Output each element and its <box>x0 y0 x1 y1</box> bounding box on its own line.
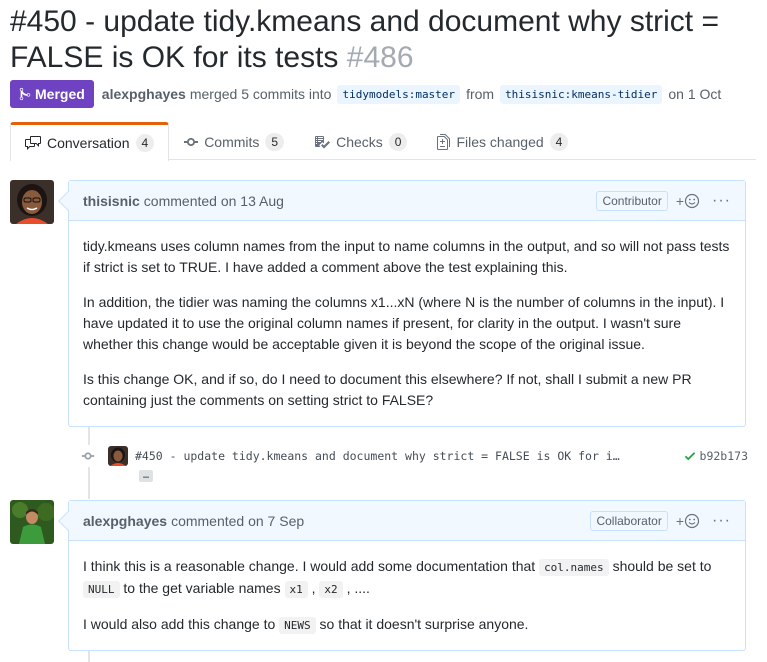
inline-code: NEWS <box>279 617 316 634</box>
checklist-icon <box>315 135 331 148</box>
comment-caret <box>58 191 78 211</box>
comment-timestamp[interactable]: commented on 13 Aug <box>144 193 284 209</box>
comment-body: tidy.kmeans uses column names from the i… <box>69 221 745 431</box>
comment-alexpghayes: alexpghayes commented on 7 Sep Collabora… <box>58 500 746 651</box>
merged-label: Merged <box>35 86 85 102</box>
comment-author-link[interactable]: thisisnic <box>83 193 140 209</box>
tab-checks-label: Checks <box>336 133 383 150</box>
comment-paragraph: In addition, the tidier was naming the c… <box>83 294 725 352</box>
commit-message-link[interactable]: #450 - update tidy.kmeans and document w… <box>135 449 674 463</box>
comment-caret <box>58 511 78 531</box>
comment-author-link[interactable]: alexpghayes <box>83 513 167 529</box>
tab-files-changed[interactable]: Files changed 4 <box>422 122 583 160</box>
add-reaction-button[interactable]: + <box>676 513 700 529</box>
comment-discussion-icon <box>25 136 41 150</box>
file-diff-icon <box>437 133 451 150</box>
inline-code: x2 <box>319 581 343 598</box>
comment-timestamp[interactable]: commented on 7 Sep <box>171 513 304 529</box>
comment-thisisnic: thisisnic commented on 13 Aug Contributo… <box>58 180 746 427</box>
avatar[interactable] <box>10 500 54 544</box>
commit-status: b92b173 <box>684 449 748 463</box>
comment-paragraph: tidy.kmeans uses column names from the i… <box>83 238 730 275</box>
comment-body: I think this is a reasonable change. I w… <box>69 541 745 656</box>
git-merge-icon <box>19 87 31 101</box>
head-branch[interactable]: thisisnic:kmeans-tidier <box>500 84 663 104</box>
pr-tabs: Conversation 4 Commits 5 Checks 0 Files … <box>10 122 756 161</box>
from-text: from <box>466 86 495 102</box>
kebab-horizontal-icon[interactable]: ··· <box>708 192 731 210</box>
avatar[interactable] <box>10 180 54 224</box>
smiley-icon <box>684 193 700 208</box>
kebab-horizontal-icon[interactable]: ··· <box>708 512 731 530</box>
inline-code: col.names <box>539 559 609 576</box>
tab-checks-count: 0 <box>388 132 408 151</box>
expand-commit-message-button[interactable]: … <box>139 470 154 482</box>
tab-conversation[interactable]: Conversation 4 <box>10 122 170 161</box>
check-icon[interactable] <box>684 449 696 463</box>
tab-conversation-label: Conversation <box>47 135 130 151</box>
comment-header: thisisnic commented on 13 Aug Contributo… <box>58 181 745 221</box>
tab-files-changed-count: 4 <box>549 132 569 151</box>
tab-commits-count: 5 <box>265 132 285 151</box>
merge-action-text: merged 5 commits into <box>189 86 332 102</box>
tab-commits-label: Commits <box>204 133 260 150</box>
git-commit-icon <box>184 137 199 146</box>
tab-checks[interactable]: Checks 0 <box>299 122 422 160</box>
base-branch[interactable]: tidymodels:master <box>337 84 461 104</box>
comment-header: alexpghayes commented on 7 Sep Collabora… <box>58 501 745 541</box>
smiley-icon <box>684 513 700 528</box>
merged-badge: Merged <box>10 80 94 108</box>
pr-title: #450 - update tidy.kmeans and document w… <box>10 4 760 76</box>
commit-row: #450 - update tidy.kmeans and document w… <box>76 445 748 467</box>
comment-paragraph: Is this change OK, and if so, do I need … <box>83 371 692 408</box>
pr-meta: Merged alexpghayes merged 5 commits into… <box>10 80 725 108</box>
comment-paragraph: I would also add this change to NEWS so … <box>83 616 529 634</box>
inline-code: NULL <box>83 581 120 598</box>
add-reaction-button[interactable]: + <box>676 193 700 209</box>
tab-files-changed-label: Files changed <box>456 133 544 150</box>
comment-paragraph: I think this is a reasonable change. I w… <box>83 558 712 598</box>
tab-commits[interactable]: Commits 5 <box>169 122 299 160</box>
collaborator-badge: Collaborator <box>590 510 668 531</box>
contributor-badge: Contributor <box>596 190 668 211</box>
pr-number: #486 <box>346 41 414 74</box>
git-commit-icon <box>76 445 100 467</box>
merge-date: on 1 Oct <box>668 86 722 102</box>
avatar[interactable] <box>108 446 128 466</box>
commit-sha-link[interactable]: b92b173 <box>700 449 748 463</box>
merger-link[interactable]: alexpghayes <box>102 86 186 102</box>
tab-conversation-count: 4 <box>135 134 155 152</box>
inline-code: x1 <box>284 581 308 598</box>
